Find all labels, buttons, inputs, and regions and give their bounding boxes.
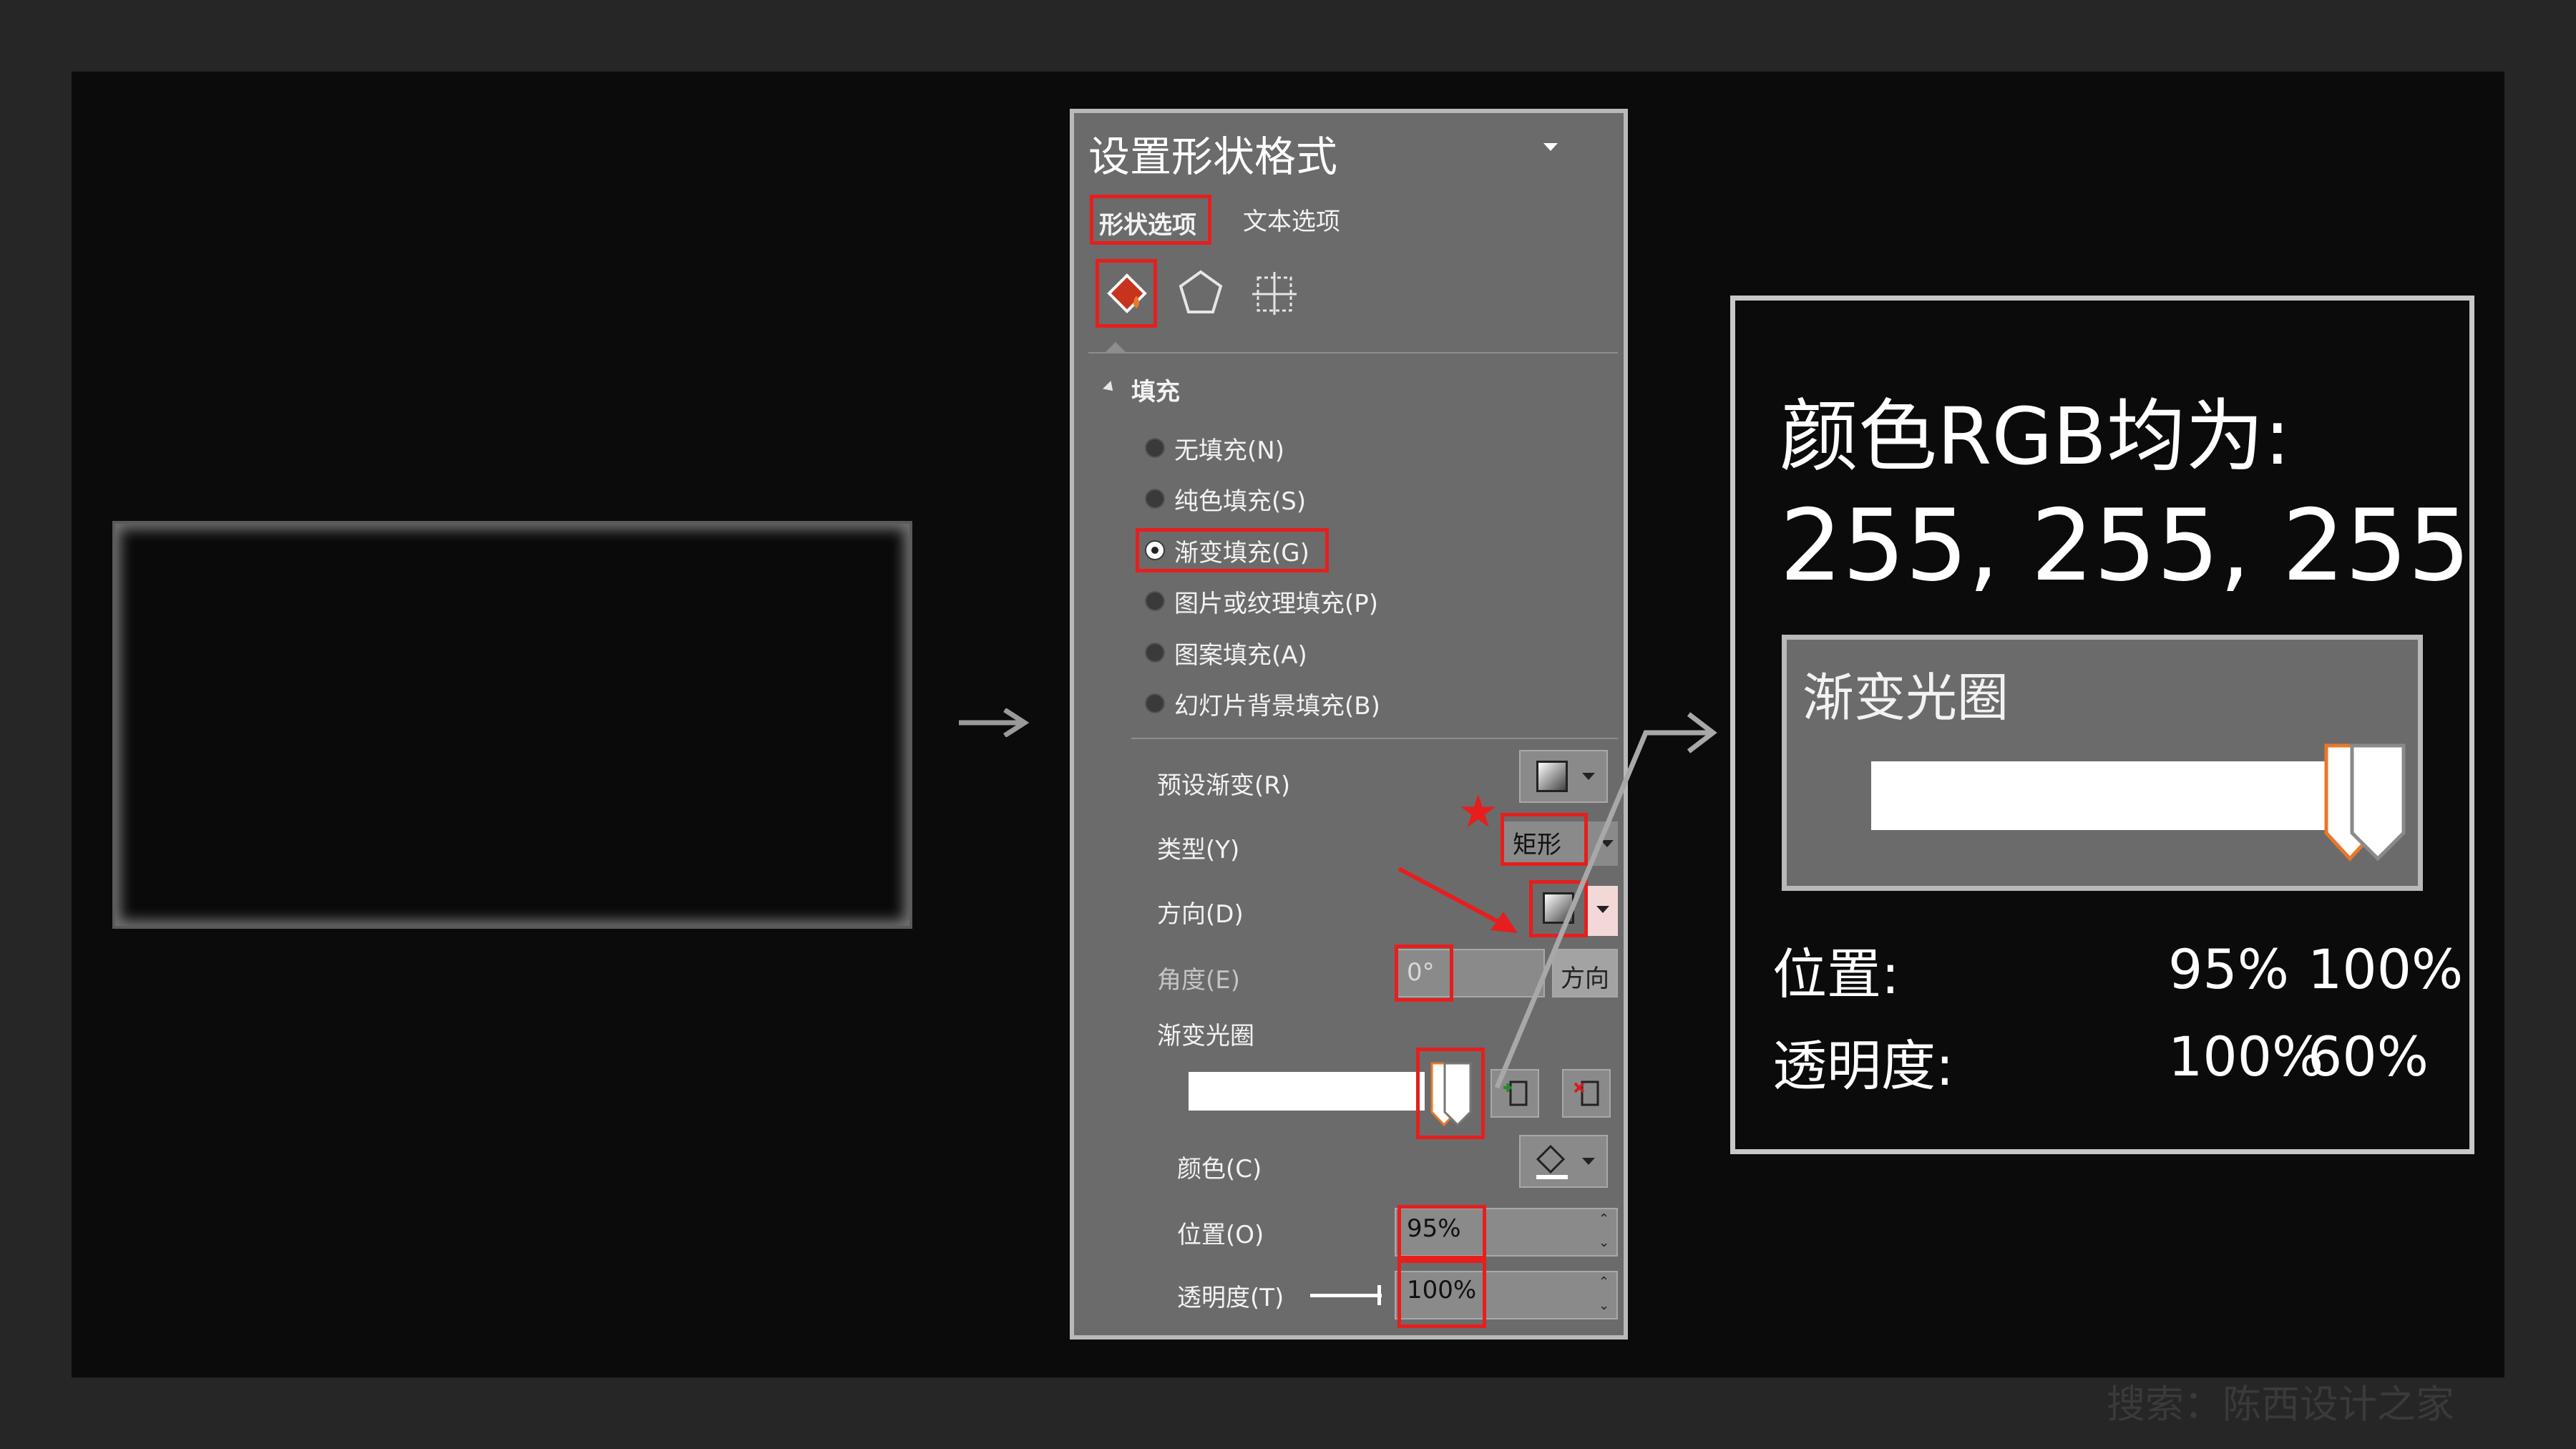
dropdown-caret-icon xyxy=(1582,1158,1595,1165)
radio-no-fill[interactable] xyxy=(1145,438,1165,458)
gradient-stops-panel: 渐变光圈 xyxy=(1782,635,2423,891)
radio-pattern-fill[interactable] xyxy=(1145,643,1165,663)
rgb-values: 255, 255, 255 xyxy=(1780,488,2471,603)
transparency-value-2: 60% xyxy=(2308,1025,2429,1088)
transparency-value-highlight: 100% xyxy=(1397,1259,1486,1328)
transparency-value-1: 100% xyxy=(2168,1025,2324,1088)
radio-picture-fill[interactable] xyxy=(1145,591,1165,611)
tab-shape-options-label: 形状选项 xyxy=(1099,211,1196,240)
position-caption: 位置: xyxy=(1772,942,1900,1006)
label-slide-background-fill[interactable]: 幻灯片背景填充(B) xyxy=(1174,686,1380,721)
spin-down-icon[interactable]: ⌃ xyxy=(1599,1297,1609,1312)
label-pattern-fill[interactable]: 图案填充(A) xyxy=(1174,635,1307,670)
position-value-1: 95% xyxy=(2168,937,2289,1001)
tab-shape-options[interactable]: 形状选项 xyxy=(1090,195,1211,245)
pane-title: 设置形状格式 xyxy=(1088,132,1338,181)
info-callout-box: 颜色RGB均为: 255, 255, 255 渐变光圈 位置: 95% 100%… xyxy=(1730,296,2474,1154)
preview-rectangle-shape xyxy=(112,521,912,929)
connector-arrow-icon xyxy=(1494,712,1717,1089)
label-picture-fill[interactable]: 图片或纹理填充(P) xyxy=(1174,584,1378,619)
fill-bucket-icon xyxy=(1107,273,1147,313)
type-label: 类型(Y) xyxy=(1157,836,1240,864)
label-gradient-fill[interactable]: 渐变填充(G) xyxy=(1174,533,1309,568)
watermark-text: 搜索：陈西设计之家 xyxy=(2107,1382,2454,1427)
fill-line-tab[interactable] xyxy=(1096,259,1157,328)
label-solid-fill[interactable]: 纯色填充(S) xyxy=(1174,482,1306,517)
pentagon-icon[interactable] xyxy=(1176,268,1226,318)
transparency-slider-track[interactable] xyxy=(1310,1294,1382,1297)
gradient-stops-label: 渐变光圈 xyxy=(1157,1022,1254,1050)
direction-label: 方向(D) xyxy=(1157,900,1244,929)
tab-text-options[interactable]: 文本选项 xyxy=(1243,202,1340,237)
angle-label: 角度(E) xyxy=(1157,966,1241,995)
spin-up-icon[interactable]: ⌃ xyxy=(1599,1212,1609,1226)
spin-down-icon[interactable]: ⌃ xyxy=(1599,1234,1609,1249)
section-collapse-caret-icon[interactable] xyxy=(1103,381,1117,395)
right-arrow-icon xyxy=(957,708,1030,738)
label-no-fill[interactable]: 无填充(N) xyxy=(1174,431,1284,466)
position-value: 95% xyxy=(1407,1214,1461,1243)
paint-bucket-icon xyxy=(1536,1144,1568,1179)
position-value-2: 100% xyxy=(2308,937,2464,1001)
angle-value: 0° xyxy=(1407,958,1435,987)
gradient-stops-bar[interactable] xyxy=(1189,1072,1425,1111)
gradient-stop-handles-icon[interactable] xyxy=(1428,1059,1478,1131)
radio-solid-fill[interactable] xyxy=(1145,489,1165,509)
radio-slide-background-fill[interactable] xyxy=(1145,693,1165,713)
position-value-highlight: 95% xyxy=(1397,1205,1486,1259)
size-layout-icon[interactable] xyxy=(1249,268,1299,318)
gradient-stop-handles-icon xyxy=(2324,743,2406,862)
spin-up-icon[interactable]: ⌃ xyxy=(1599,1275,1609,1289)
radio-gradient-fill[interactable] xyxy=(1145,540,1165,560)
gradient-stops-panel-label: 渐变光圈 xyxy=(1802,668,2009,728)
rgb-heading: 颜色RGB均为: xyxy=(1780,391,2291,482)
transparency-label: 透明度(T) xyxy=(1177,1284,1284,1312)
color-label: 颜色(C) xyxy=(1177,1155,1262,1184)
preset-gradient-label: 预设渐变(R) xyxy=(1157,771,1291,800)
tab-divider xyxy=(1088,352,1618,353)
pane-menu-caret-icon[interactable] xyxy=(1543,143,1558,151)
transparency-caption: 透明度: xyxy=(1772,1034,1954,1098)
color-picker-dropdown[interactable] xyxy=(1519,1135,1608,1188)
angle-value-highlight: 0° xyxy=(1395,945,1453,1002)
position-label: 位置(O) xyxy=(1177,1221,1264,1249)
fill-section-header[interactable]: 填充 xyxy=(1131,372,1180,407)
transparency-value: 100% xyxy=(1407,1276,1477,1304)
transparency-slider-thumb[interactable] xyxy=(1377,1285,1381,1305)
gradient-stops-bar xyxy=(1871,761,2343,830)
tab-pointer xyxy=(1106,342,1126,352)
